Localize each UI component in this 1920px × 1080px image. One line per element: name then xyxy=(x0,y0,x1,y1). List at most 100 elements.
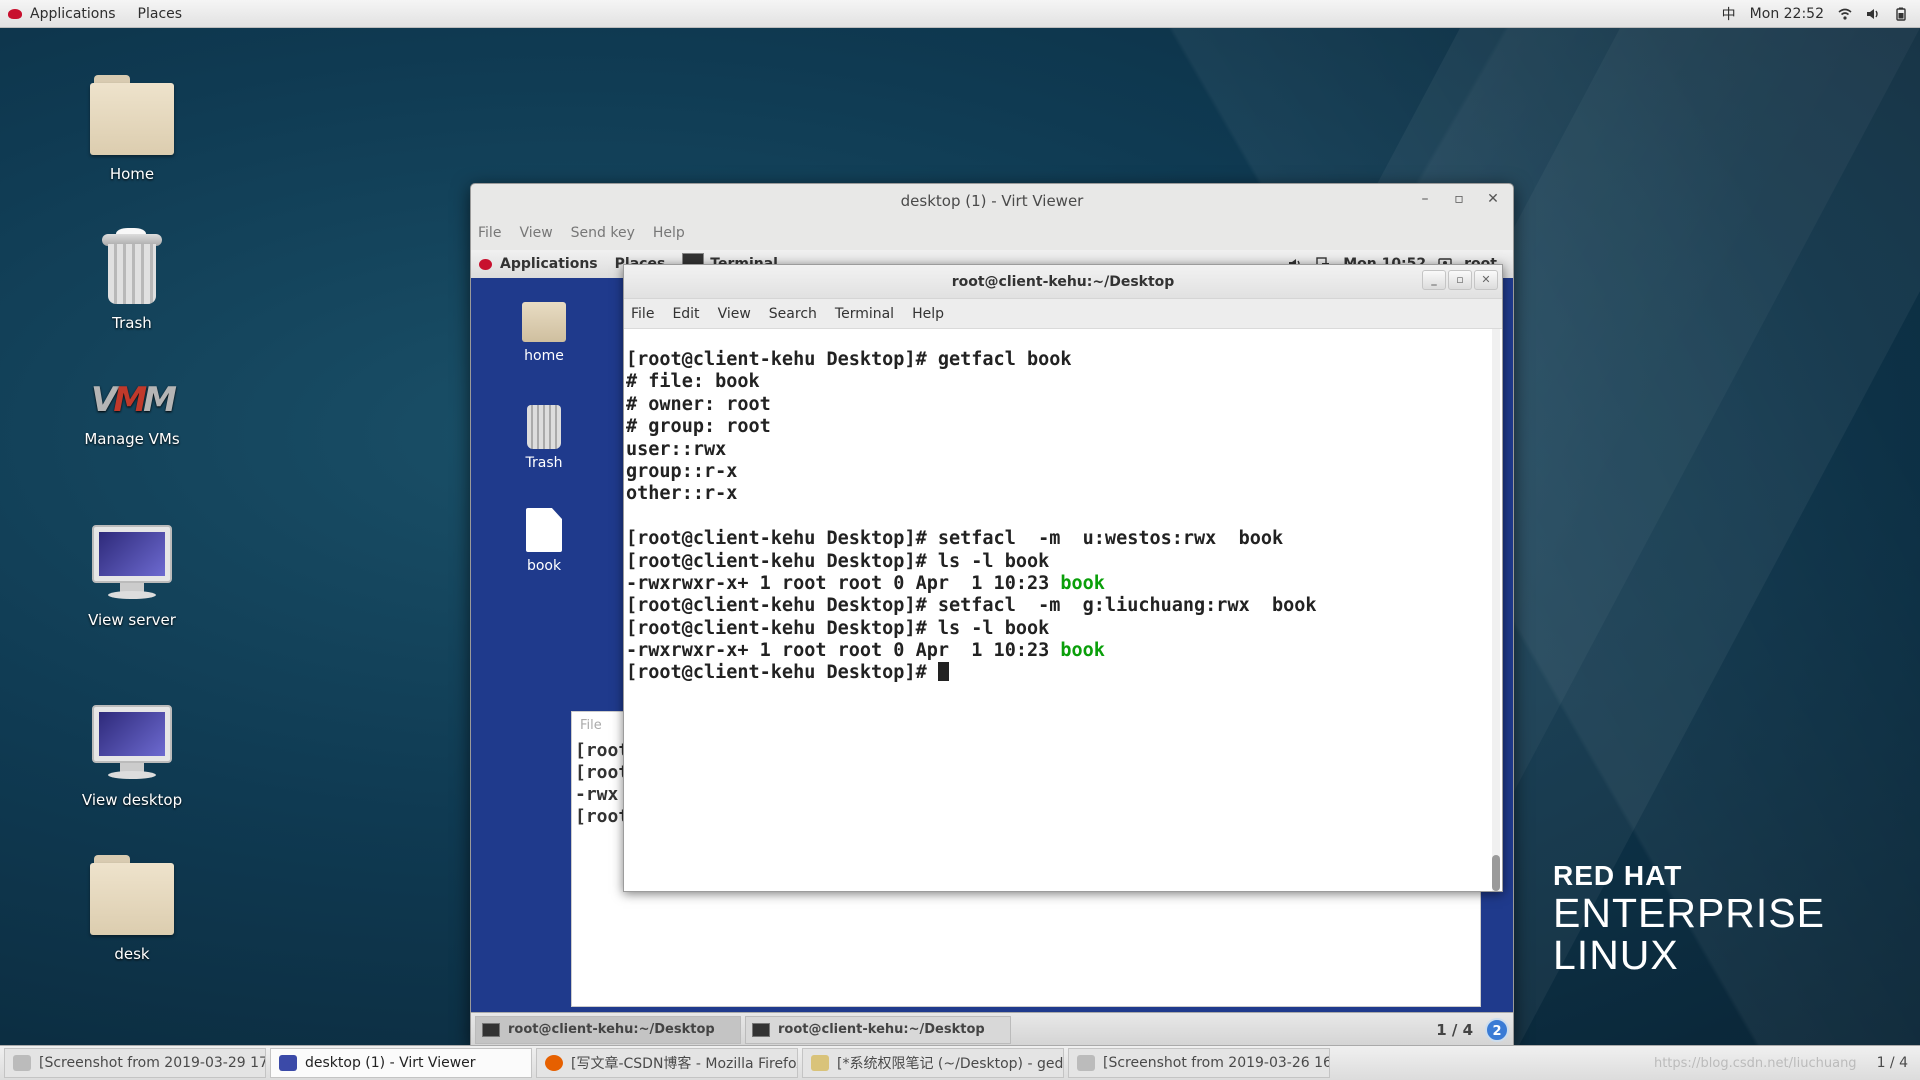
desktop-icon-label: View desktop xyxy=(81,791,183,809)
battery-icon[interactable] xyxy=(1894,7,1908,21)
terminal-icon xyxy=(482,1022,500,1037)
redhat-logo-icon xyxy=(8,8,22,19)
guest-taskbar-item[interactable]: root@client-kehu:~/Desktop xyxy=(475,1015,741,1044)
host-taskbar-label: [*系统权限笔记 (~/Desktop) - gedit] xyxy=(837,1056,1064,1072)
guest-icon-book[interactable]: book xyxy=(499,508,589,574)
guest-display[interactable]: Applications Places Terminal Mon 10:52 r… xyxy=(471,250,1513,1046)
terminal-line: user::rwx xyxy=(626,439,1502,461)
virt-viewer-title: desktop (1) - Virt Viewer xyxy=(900,192,1084,210)
close-icon[interactable]: ✕ xyxy=(1474,270,1498,290)
desktop-icon-manage-vms[interactable]: VMM Manage VMs xyxy=(57,380,207,448)
desktop-icon-view-server[interactable]: View server xyxy=(57,525,207,629)
guest-icon-home[interactable]: home xyxy=(499,302,589,364)
virt-viewer-titlebar[interactable]: desktop (1) - Virt Viewer – ▫ ✕ xyxy=(471,184,1513,218)
branding-line-3: LINUX xyxy=(1553,932,1679,978)
minimize-icon[interactable]: – xyxy=(1413,191,1437,211)
scrollbar-thumb[interactable] xyxy=(1492,855,1500,891)
terminal-line-text: -rwxrwxr-x+ 1 root root 0 Apr 1 10:23 xyxy=(626,572,1061,594)
host-taskbar-item[interactable]: [写文章-CSDN博客 - Mozilla Firefox] xyxy=(536,1048,798,1078)
terminal-menu-terminal[interactable]: Terminal xyxy=(835,306,894,322)
host-taskbar-label: [写文章-CSDN博客 - Mozilla Firefox] xyxy=(571,1056,798,1072)
desktop-icon-desk[interactable]: desk xyxy=(57,855,207,963)
folder-icon xyxy=(90,855,174,935)
virt-manager-icon: VMM xyxy=(90,380,177,420)
terminal-menu-view[interactable]: View xyxy=(718,306,751,322)
terminal-line-text: # owner: root xyxy=(626,393,771,415)
desktop-icon-home[interactable]: Home xyxy=(57,75,207,183)
desktop-icon-view-desktop[interactable]: View desktop xyxy=(57,705,207,809)
watermark-text: https://blog.csdn.net/liuchuang xyxy=(1653,1055,1857,1071)
host-workspace-indicator[interactable]: 1 / 4 xyxy=(1877,1055,1908,1071)
redhat-logo-icon xyxy=(479,258,492,270)
virt-viewer-menubar: File View Send key Help xyxy=(471,218,1513,248)
host-taskbar: [Screenshot from 2019-03-29 17-... deskt… xyxy=(0,1045,1920,1080)
terminal-line: [root@client-kehu Desktop]# ls -l book xyxy=(626,618,1502,640)
guest-taskbar-label: root@client-kehu:~/Desktop xyxy=(778,1022,985,1037)
image-viewer-icon xyxy=(1077,1055,1095,1071)
notification-badge[interactable]: 2 xyxy=(1485,1017,1509,1042)
terminal-menu-help[interactable]: Help xyxy=(912,306,944,322)
host-places-menu[interactable]: Places xyxy=(138,6,183,22)
terminal-output[interactable]: [root@client-kehu Desktop]# getfacl book… xyxy=(624,329,1502,891)
home-folder-icon xyxy=(90,75,174,155)
home-folder-icon xyxy=(522,302,566,342)
terminal-menu-edit[interactable]: Edit xyxy=(672,306,699,322)
terminal-line-text: group::r-x xyxy=(626,460,738,482)
desktop-icon-label: View server xyxy=(88,611,176,629)
host-taskbar-label: desktop (1) - Virt Viewer xyxy=(305,1055,476,1071)
maximize-icon[interactable]: ▫ xyxy=(1448,270,1472,290)
rhel-branding: RED HAT ENTERPRISE LINUX xyxy=(1553,860,1825,976)
terminal-line: group::r-x xyxy=(626,461,1502,483)
minimize-icon[interactable]: _ xyxy=(1422,270,1446,290)
terminal-line: [root@client-kehu Desktop]# setfacl -m u… xyxy=(626,528,1502,550)
terminal-window[interactable]: root@client-kehu:~/Desktop _ ▫ ✕ File Ed… xyxy=(623,264,1503,892)
guest-workspace-indicator[interactable]: 1 / 4 xyxy=(1436,1021,1473,1039)
terminal-menu-file[interactable]: File xyxy=(631,306,654,322)
terminal-scrollbar[interactable] xyxy=(1492,329,1500,891)
guest-taskbar-label: root@client-kehu:~/Desktop xyxy=(508,1022,715,1037)
terminal-lines: [root@client-kehu Desktop]# getfacl book… xyxy=(624,329,1502,685)
input-method-indicator[interactable]: 中 xyxy=(1722,4,1736,24)
guest-icon-label: book xyxy=(526,558,562,574)
terminal-prompt-line[interactable]: [root@client-kehu Desktop]# xyxy=(626,662,1502,684)
vv-menu-file[interactable]: File xyxy=(478,225,501,241)
terminal-line: # owner: root xyxy=(626,394,1502,416)
image-viewer-icon xyxy=(13,1055,31,1071)
guest-taskbar: root@client-kehu:~/Desktop root@client-k… xyxy=(471,1012,1513,1046)
close-icon[interactable]: ✕ xyxy=(1481,191,1505,211)
gedit-icon xyxy=(811,1055,829,1071)
firefox-icon xyxy=(545,1055,563,1071)
virt-viewer-window: desktop (1) - Virt Viewer – ▫ ✕ File Vie… xyxy=(470,183,1514,1047)
vv-menu-help[interactable]: Help xyxy=(653,225,685,241)
vv-menu-send-key[interactable]: Send key xyxy=(571,225,635,241)
host-taskbar-item[interactable]: [Screenshot from 2019-03-26 16-... xyxy=(1068,1048,1330,1078)
terminal-menubar: File Edit View Search Terminal Help xyxy=(624,299,1502,329)
terminal-line: # group: root xyxy=(626,416,1502,438)
host-clock[interactable]: Mon 22:52 xyxy=(1750,6,1824,22)
terminal-filename-highlight: book xyxy=(1060,640,1105,662)
guest-taskbar-item[interactable]: root@client-kehu:~/Desktop xyxy=(745,1015,1011,1044)
terminal-menu-search[interactable]: Search xyxy=(769,306,817,322)
terminal-titlebar[interactable]: root@client-kehu:~/Desktop _ ▫ ✕ xyxy=(624,265,1502,299)
guest-icon-trash[interactable]: Trash xyxy=(499,405,589,471)
monitor-icon xyxy=(92,525,172,601)
terminal-line-text: [root@client-kehu Desktop]# ls -l book xyxy=(626,550,1050,572)
wifi-icon[interactable] xyxy=(1838,7,1852,21)
desktop-icon-trash[interactable]: Trash xyxy=(57,228,207,332)
host-top-panel: Applications Places 中 Mon 22:52 xyxy=(0,0,1920,28)
terminal-line-text: # group: root xyxy=(626,416,771,438)
vv-menu-view[interactable]: View xyxy=(519,225,552,241)
branding-line-2: ENTERPRISE xyxy=(1553,890,1825,936)
guest-icon-label: Trash xyxy=(525,455,563,471)
host-taskbar-item[interactable]: [*系统权限笔记 (~/Desktop) - gedit] xyxy=(802,1048,1064,1078)
host-taskbar-item[interactable]: desktop (1) - Virt Viewer xyxy=(270,1048,532,1078)
guest-applications-menu[interactable]: Applications xyxy=(500,256,598,272)
terminal-line-text: -rwxrwxr-x+ 1 root root 0 Apr 1 10:23 xyxy=(626,640,1061,662)
terminal-filename-highlight: book xyxy=(1060,572,1105,594)
terminal-icon xyxy=(752,1022,770,1037)
maximize-icon[interactable]: ▫ xyxy=(1447,191,1471,211)
host-applications-menu[interactable]: Applications xyxy=(30,6,116,22)
volume-icon[interactable] xyxy=(1866,7,1880,21)
host-taskbar-item[interactable]: [Screenshot from 2019-03-29 17-... xyxy=(4,1048,266,1078)
